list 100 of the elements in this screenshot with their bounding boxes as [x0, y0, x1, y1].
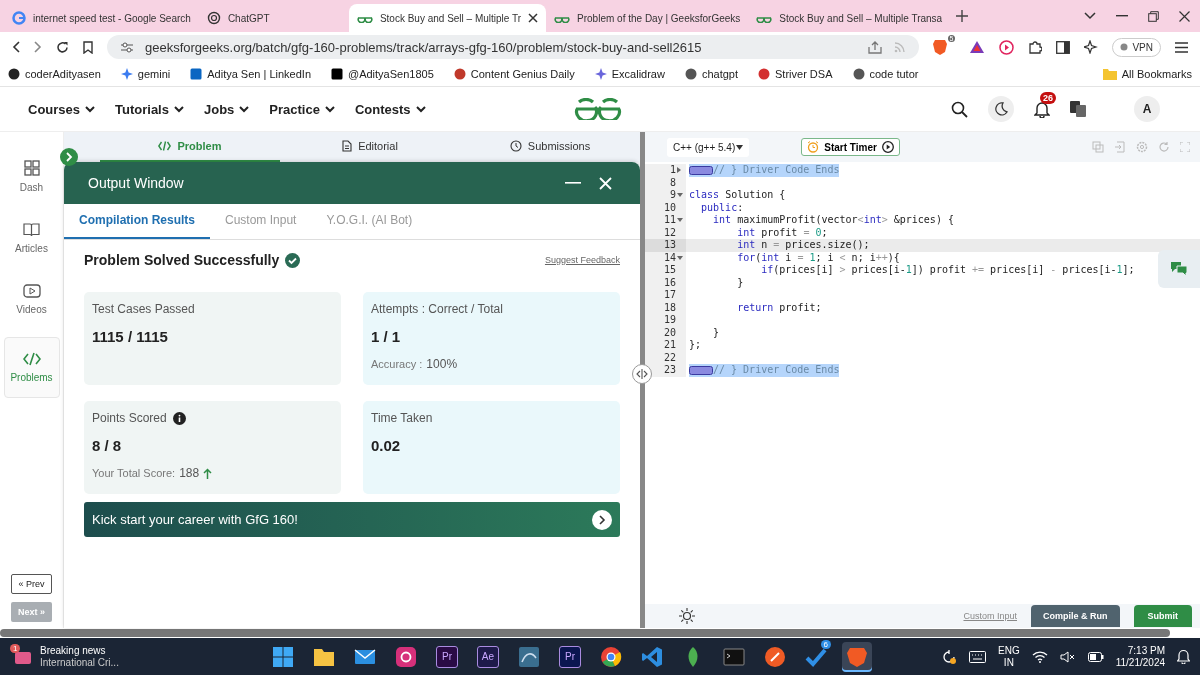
clock-time[interactable]: 7:13 PM: [1127, 644, 1165, 657]
browser-icon[interactable]: [600, 645, 622, 668]
muted-speaker-icon[interactable]: [1059, 650, 1076, 663]
record-icon[interactable]: [999, 39, 1015, 55]
region-code[interactable]: IN: [1003, 656, 1014, 669]
bookmark-link[interactable]: Content Genius Daily: [453, 68, 575, 80]
language-dropdown[interactable]: C++ (g++ 5.4): [667, 137, 750, 157]
google-icon: [12, 11, 26, 25]
address-field[interactable]: geeksforgeeks.org/batch/gfg-160-problems/track/arrays-gfg-160/problem/stock-buy-and-sell2615: [107, 35, 919, 59]
nav-menu[interactable]: Tutorials: [115, 101, 184, 117]
feedback-link[interactable]: Suggest Feedback: [544, 255, 620, 265]
camera-icon[interactable]: [395, 645, 417, 668]
sync-icon[interactable]: [941, 648, 958, 665]
sidebar-icon[interactable]: [1056, 40, 1071, 54]
nav-menu[interactable]: Courses: [28, 101, 96, 117]
triangle-icon[interactable]: [969, 40, 986, 54]
sidebar-item[interactable]: Problems: [3, 337, 60, 398]
search-icon[interactable]: [951, 100, 968, 118]
fold-arrow-icon[interactable]: [677, 167, 681, 174]
language-code[interactable]: ENG: [998, 644, 1020, 657]
submit-button[interactable]: Submit: [1133, 605, 1192, 627]
wifi-icon[interactable]: [1031, 650, 1048, 663]
bookmark-link[interactable]: Aditya Sen | LinkedIn: [190, 68, 311, 80]
clock-date[interactable]: 11/21/2024: [1115, 656, 1165, 669]
stat-note-value: 100%: [426, 357, 458, 371]
fold-arrow-icon[interactable]: [677, 255, 683, 260]
gfg-logo-icon[interactable]: [574, 98, 622, 120]
bookmark-link[interactable]: Striver DSA: [758, 68, 833, 80]
problem-tab[interactable]: Submissions: [460, 132, 640, 162]
reload-icon[interactable]: [56, 40, 69, 54]
browser-tab[interactable]: internet speed test - Google Search: [4, 4, 199, 32]
nav-menu[interactable]: Jobs: [203, 101, 250, 117]
share-icon[interactable]: [867, 40, 882, 54]
dark-mode-button[interactable]: [988, 96, 1014, 122]
chevron-down-icon[interactable]: [1084, 12, 1096, 20]
problem-tab[interactable]: Editorial: [280, 132, 460, 162]
code-editor-icon[interactable]: [641, 645, 663, 668]
bulb-icon[interactable]: [679, 608, 695, 624]
forward-icon[interactable]: [34, 41, 42, 53]
bookmark-link[interactable]: gemini: [120, 68, 171, 80]
sliders-icon[interactable]: [121, 41, 133, 53]
restore-icon[interactable]: [1148, 10, 1159, 22]
bookmark-link[interactable]: coderAdityasen: [8, 68, 101, 80]
line-number: 15: [663, 264, 676, 277]
back-icon[interactable]: [12, 41, 20, 53]
close-icon[interactable]: [1179, 10, 1190, 22]
chevron-circle-icon[interactable]: [60, 148, 78, 166]
avatar[interactable]: A: [1134, 96, 1160, 122]
caret-icon: [736, 144, 744, 150]
menu-icon[interactable]: [1175, 41, 1188, 53]
output-tab[interactable]: Compilation Results: [64, 204, 210, 239]
fold-arrow-icon[interactable]: [677, 218, 683, 223]
bookmark-link[interactable]: @AdityaSen1805: [331, 68, 434, 80]
nav-menu[interactable]: Contests: [354, 101, 426, 117]
status-message: Problem Solved Successfully: [84, 252, 280, 268]
browser-tab[interactable]: Stock Buy and Sell – Multiple Tr: [348, 4, 547, 32]
minimize-icon[interactable]: [1116, 15, 1128, 17]
nav-menu[interactable]: Practice: [269, 101, 335, 117]
chevron-circle-icon[interactable]: [592, 509, 612, 530]
code-line: public:: [700, 201, 744, 214]
line-number: 1: [669, 164, 676, 177]
prev-button[interactable]: « Prev: [11, 574, 52, 594]
bell-icon[interactable]: [1034, 100, 1050, 118]
start-timer-button[interactable]: Start Timer: [801, 138, 900, 156]
bookmark-link[interactable]: chatgpt: [684, 68, 739, 80]
scrollbar-thumb[interactable]: [0, 629, 1170, 637]
fold-arrow-icon[interactable]: [677, 193, 683, 198]
bookmark-link[interactable]: code tutor: [852, 68, 919, 80]
terminal-icon[interactable]: [723, 645, 745, 668]
clock-icon: [509, 140, 522, 152]
custom-input-link[interactable]: Custom Input: [963, 611, 1017, 621]
battery-icon[interactable]: [1087, 651, 1104, 662]
app-icon[interactable]: Pr: [436, 645, 458, 668]
bookmark-icon[interactable]: [83, 40, 93, 54]
sidebar-item[interactable]: Dash: [3, 152, 60, 201]
puzzle-icon[interactable]: [1028, 40, 1043, 54]
fold-marker-icon[interactable]: [689, 165, 713, 175]
start-icon[interactable]: [272, 645, 294, 668]
app-icon[interactable]: Ae: [477, 645, 499, 668]
browser-tab[interactable]: Stock Buy and Sell – Multiple Transa: [748, 4, 951, 32]
folder-icon: [1102, 68, 1117, 80]
compile-run-button[interactable]: Compile & Run: [1031, 605, 1120, 627]
new-tab-icon[interactable]: [956, 10, 969, 22]
sparkle-icon[interactable]: [1084, 40, 1099, 54]
close-icon[interactable]: [528, 13, 539, 23]
fold-marker-icon[interactable]: [689, 365, 713, 375]
line-number: 20: [663, 326, 676, 339]
sidebar-item[interactable]: Videos: [3, 276, 60, 323]
resize-handle-icon[interactable]: [632, 364, 652, 384]
bookmark-link[interactable]: Excalidraw: [594, 68, 665, 80]
sidebar-item[interactable]: Articles: [3, 215, 60, 262]
keyboard-icon[interactable]: [969, 650, 987, 663]
browser-tab[interactable]: Problem of the Day | GeeksforGeeks: [546, 4, 749, 32]
play-icon: [22, 284, 41, 298]
app-icon[interactable]: Pr: [559, 645, 581, 668]
line-number: 21: [663, 339, 676, 352]
chat-button[interactable]: [1158, 250, 1200, 288]
promo-banner[interactable]: Kick start your career with GfG 160!: [84, 502, 620, 537]
browser-tab[interactable]: ChatGPT: [198, 4, 349, 32]
bookmark-folder[interactable]: All Bookmarks: [1102, 68, 1192, 80]
